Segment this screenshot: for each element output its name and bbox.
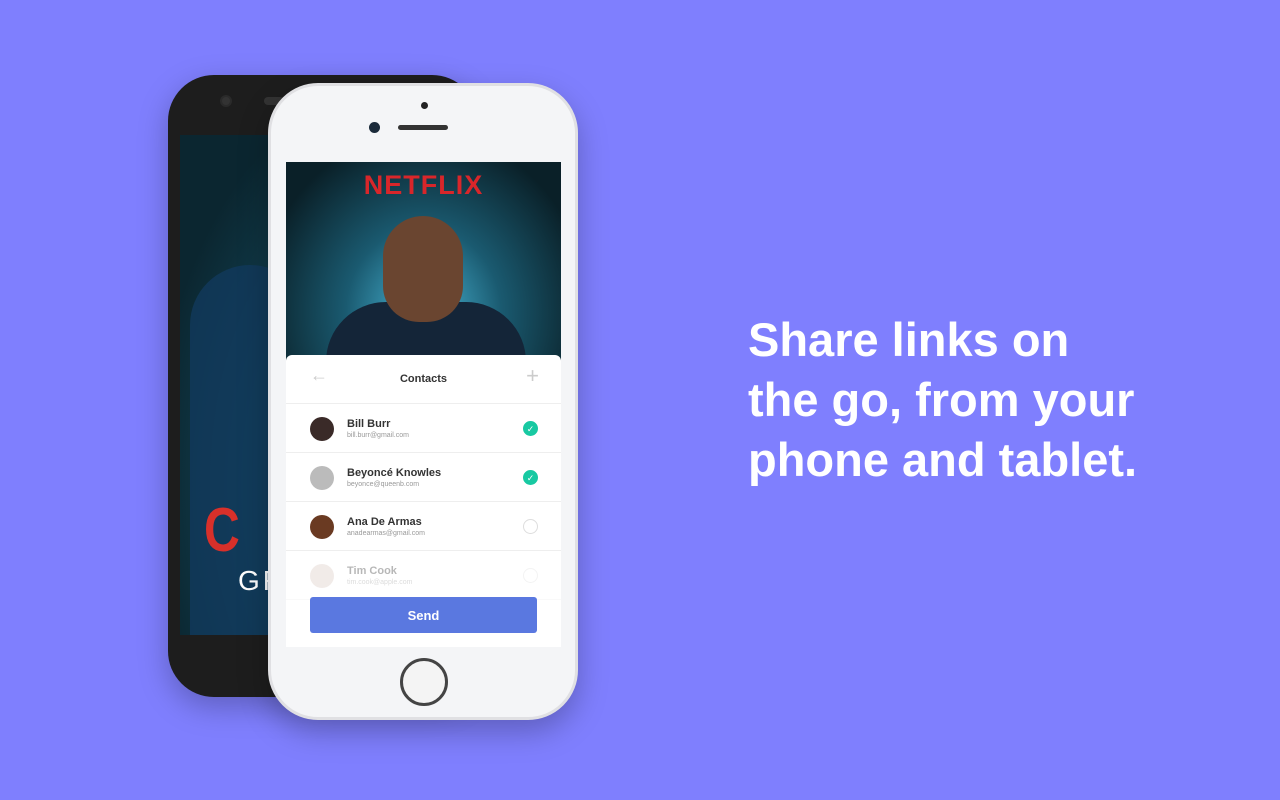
add-icon[interactable]: + xyxy=(526,363,539,389)
empty-circle-icon[interactable] xyxy=(523,519,538,534)
contact-email: bill.burr@gmail.com xyxy=(347,432,409,439)
contact-name: Beyoncé Knowles xyxy=(347,467,442,479)
contact-email: anadearmas@gmail.com xyxy=(347,530,425,537)
contact-email: tim.cook@apple.com xyxy=(347,579,413,586)
contacts-title: Contacts xyxy=(399,373,448,385)
front-phone: NETFLIX ← Contacts + Bill Burr bill.burr… xyxy=(268,83,578,720)
speaker xyxy=(398,125,448,130)
home-button[interactable] xyxy=(400,658,448,706)
headline-line: the go, from your xyxy=(748,373,1135,426)
headline: Share links on the go, from your phone a… xyxy=(748,310,1228,490)
poster-head xyxy=(383,216,463,322)
empty-circle-icon[interactable] xyxy=(523,568,538,583)
contact-name: Ana De Armas xyxy=(347,516,422,528)
camera-icon xyxy=(220,95,232,107)
avatar xyxy=(310,564,334,588)
contacts-header: ← Contacts + xyxy=(286,355,561,404)
avatar xyxy=(310,466,334,490)
netflix-logo: NETFLIX xyxy=(363,170,484,200)
contact-name: Tim Cook xyxy=(347,565,397,577)
contacts-panel: ← Contacts + Bill Burr bill.burr@gmail.c… xyxy=(286,355,561,647)
send-button[interactable]: Send xyxy=(310,597,537,633)
contact-name: Bill Burr xyxy=(347,418,391,430)
poster-image: NETFLIX xyxy=(286,162,561,372)
avatar xyxy=(310,417,334,441)
headline-line: phone and tablet. xyxy=(748,433,1138,486)
check-circle-icon[interactable]: ✓ xyxy=(523,421,538,436)
sensor xyxy=(421,102,428,109)
phone-screen: NETFLIX ← Contacts + Bill Burr bill.burr… xyxy=(286,162,561,647)
camera-icon xyxy=(369,122,380,133)
headline-line: Share links on xyxy=(748,313,1070,366)
contact-row[interactable]: Ana De Armas anadearmas@gmail.com xyxy=(286,502,561,551)
contact-row[interactable]: Tim Cook tim.cook@apple.com xyxy=(286,551,561,600)
check-circle-icon[interactable]: ✓ xyxy=(523,470,538,485)
contact-row[interactable]: Bill Burr bill.burr@gmail.com ✓ xyxy=(286,404,561,453)
contact-row[interactable]: Beyoncé Knowles beyonce@queenb.com ✓ xyxy=(286,453,561,502)
avatar xyxy=(310,515,334,539)
contact-email: beyonce@queenb.com xyxy=(347,481,420,488)
